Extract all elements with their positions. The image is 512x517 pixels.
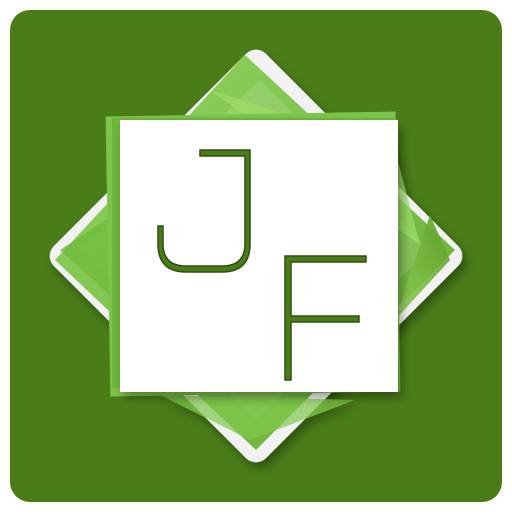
- jf-logo-graphic: [10, 10, 502, 502]
- jf-app-icon: J F: [0, 0, 512, 512]
